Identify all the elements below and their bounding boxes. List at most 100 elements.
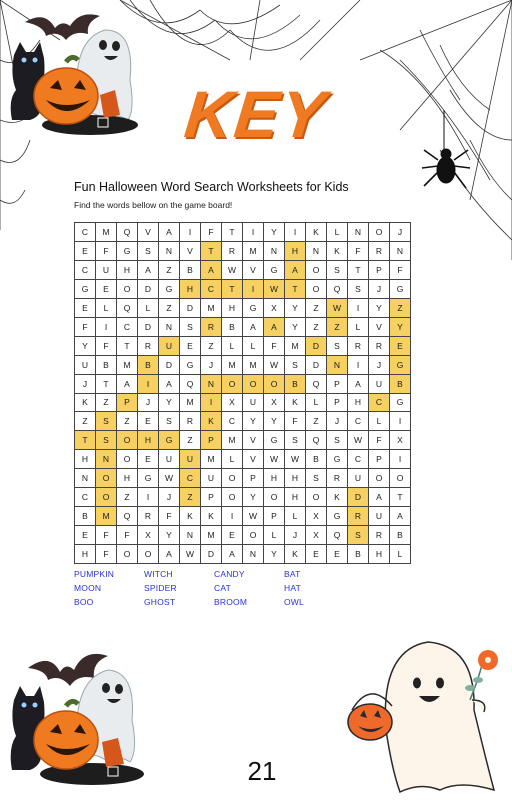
grid-cell: N [390,241,411,261]
grid-cell: Q [180,374,201,394]
grid-cell: U [243,393,264,413]
grid-cell: W [264,279,285,299]
grid-cell: A [285,260,306,280]
grid-cell: A [159,223,180,242]
grid-cell: P [327,393,348,413]
grid-cell: P [264,507,285,527]
grid-cell: K [285,545,306,564]
grid-cell: M [201,298,222,318]
grid-cell: O [390,469,411,489]
grid-cell: W [159,469,180,489]
grid-cell: P [201,431,222,451]
grid-cell: I [180,223,201,242]
grid-cell: O [222,488,243,508]
grid-cell: V [369,317,390,337]
grid-cell: N [159,317,180,337]
grid-cell: T [75,431,96,451]
grid-cell: O [117,431,138,451]
grid-cell: A [369,488,390,508]
grid-cell: O [306,279,327,299]
grid-cell: N [348,223,369,242]
grid-cell: Z [327,317,348,337]
page-number: 21 [247,756,277,786]
grid-cell: O [243,374,264,394]
grid-cell: Q [306,374,327,394]
grid-cell: O [306,260,327,280]
grid-cell: E [390,336,411,356]
grid-cell: U [369,374,390,394]
grid-cell: O [117,545,138,564]
grid-cell: M [201,450,222,470]
grid-cell: F [201,223,222,242]
grid-cell: K [180,507,201,527]
grid-cell: S [180,317,201,337]
grid-cell: L [222,336,243,356]
grid-cell: R [201,317,222,337]
grid-cell: F [96,526,117,546]
grid-cell: G [390,279,411,299]
grid-cell: S [327,260,348,280]
grid-cell: P [201,488,222,508]
grid-cell: Q [117,223,138,242]
grid-cell: I [348,298,369,318]
grid-cell: M [243,355,264,375]
grid-cell: Q [117,507,138,527]
grid-cell: S [348,526,369,546]
grid-cell: Y [159,526,180,546]
word-list-item: MOON [74,583,102,593]
grid-cell: M [201,526,222,546]
grid-cell: Z [306,412,327,432]
grid-cell: H [264,469,285,489]
grid-cell: O [117,279,138,299]
grid-cell: Y [264,412,285,432]
grid-cell: Z [201,336,222,356]
grid-cell: K [327,241,348,261]
grid-cell: E [306,545,327,564]
grid-cell: N [243,545,264,564]
grid-cell: J [327,412,348,432]
grid-cell: L [306,393,327,413]
grid-cell: V [243,450,264,470]
word-list-item: CAT [214,583,231,593]
grid-cell: H [117,260,138,280]
grid-cell: I [243,223,264,242]
grid-cell: G [264,260,285,280]
grid-cell: H [138,431,159,451]
spider-web-icon [119,0,361,61]
grid-cell: X [390,431,411,451]
grid-cell: O [96,488,117,508]
worksheet-title: Fun Halloween Word Search Worksheets for… [74,180,349,194]
grid-cell: Z [96,393,117,413]
grid-cell: Z [180,431,201,451]
grid-cell: C [75,223,96,242]
grid-cell: U [75,355,96,375]
grid-cell: W [264,355,285,375]
word-list-item: BAT [284,569,301,579]
grid-cell: X [306,526,327,546]
grid-cell: N [96,450,117,470]
grid-cell: I [96,317,117,337]
grid-cell: J [285,526,306,546]
grid-cell: S [327,431,348,451]
grid-cell: O [306,488,327,508]
grid-cell: S [327,336,348,356]
grid-cell: T [117,336,138,356]
grid-cell: I [201,393,222,413]
grid-cell: O [264,488,285,508]
grid-cell: C [369,393,390,413]
grid-cell: Y [243,488,264,508]
grid-cell: Z [75,412,96,432]
grid-cell: J [138,393,159,413]
grid-cell: Y [264,223,285,242]
grid-cell: Z [306,298,327,318]
grid-cell: Y [243,412,264,432]
grid-cell: S [306,469,327,489]
grid-cell: D [306,336,327,356]
grid-cell: J [201,355,222,375]
grid-cell: C [201,279,222,299]
grid-cell: D [201,545,222,564]
grid-cell: Y [264,545,285,564]
grid-cell: O [369,223,390,242]
grid-cell: E [75,298,96,318]
grid-cell: G [159,431,180,451]
